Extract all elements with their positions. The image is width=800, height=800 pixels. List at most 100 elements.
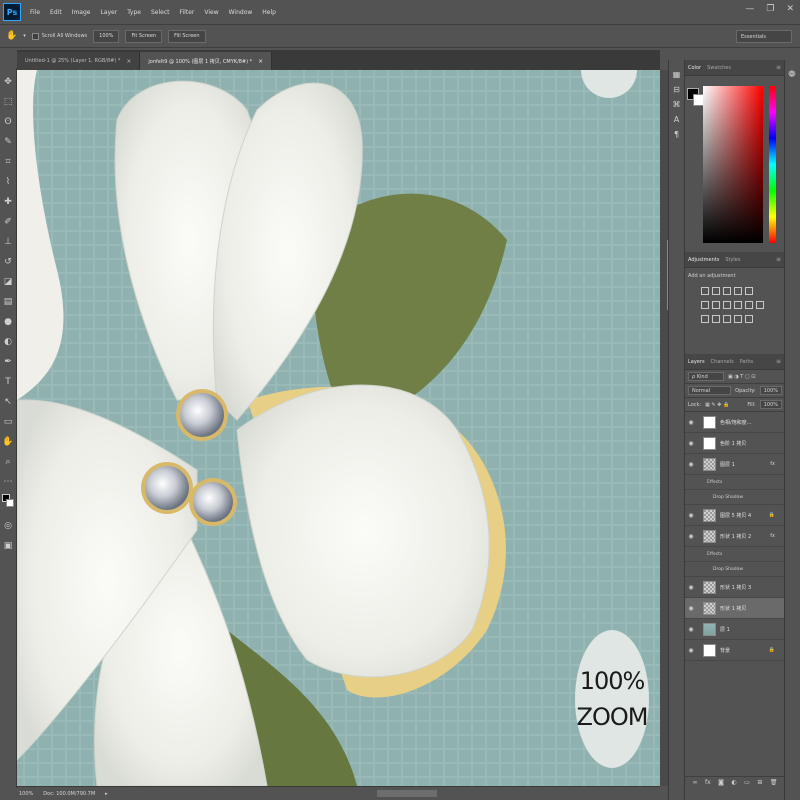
layer-row[interactable]: ◉ 形状 1 拷贝 3 [685, 577, 785, 598]
selective-color-icon[interactable] [745, 315, 753, 323]
fx-badge-icon[interactable]: fx [770, 533, 775, 539]
close-tab-icon[interactable]: × [258, 58, 263, 65]
layer-row[interactable]: ◉ 色阶 1 拷贝 [685, 433, 785, 454]
close-button[interactable]: ✕ [786, 4, 794, 14]
layer-row[interactable]: ◉ 图层 5 拷贝 4 🔒 [685, 505, 785, 526]
menu-view[interactable]: View [199, 9, 223, 16]
vibrance-icon[interactable] [745, 287, 753, 295]
visibility-eye-icon[interactable]: ◉ [685, 461, 697, 468]
filter-icons[interactable]: ▣ ◑ T ▢ ⊡ [728, 374, 755, 380]
curves-icon[interactable] [723, 287, 731, 295]
layer-effect-drop-shadow[interactable]: Drop Shadow [685, 562, 785, 577]
screen-mode-icon[interactable]: ▣ [1, 536, 15, 556]
quick-mask-icon[interactable]: ◎ [1, 516, 15, 536]
menu-help[interactable]: Help [257, 9, 281, 16]
visibility-eye-icon[interactable]: ◉ [685, 626, 697, 633]
invert-icon[interactable] [701, 315, 709, 323]
menu-select[interactable]: Select [146, 9, 175, 16]
tab-paths[interactable]: Paths [740, 359, 754, 365]
fx-badge-icon[interactable]: fx [770, 461, 775, 467]
status-arrow-icon[interactable]: ▸ [105, 791, 108, 797]
new-layer-icon[interactable]: ⊞ [757, 779, 762, 786]
visibility-eye-icon[interactable]: ◉ [685, 533, 697, 540]
threshold-icon[interactable] [723, 315, 731, 323]
layer-row[interactable]: ◉ 背景 🔒 [685, 640, 785, 661]
layer-effects-row[interactable]: Effects [685, 547, 785, 562]
fit-screen-button[interactable]: Fit Screen [125, 29, 163, 43]
fx-icon[interactable]: fx [705, 779, 711, 786]
folder-icon[interactable]: ▭ [744, 779, 750, 786]
pen-tool-icon[interactable]: ✒ [1, 352, 15, 372]
menu-layer[interactable]: Layer [95, 9, 122, 16]
layer-row[interactable]: ◉ 形状 1 拷贝 2 fx [685, 526, 785, 547]
color-picker-field[interactable] [703, 86, 763, 243]
menu-image[interactable]: Image [67, 9, 96, 16]
panel-menu-icon[interactable]: ≡ [776, 358, 781, 365]
document-canvas[interactable]: 100% ZOOM [17, 70, 660, 786]
libraries-icon[interactable]: ❁ [788, 70, 796, 80]
visibility-eye-icon[interactable]: ◉ [685, 647, 697, 654]
status-doc-size[interactable]: Doc: 100.0M/790.7M [43, 791, 95, 797]
hue-saturation-icon[interactable] [701, 301, 709, 309]
eyedropper-tool-icon[interactable]: ⌇ [1, 172, 15, 192]
path-select-tool-icon[interactable]: ↖ [1, 392, 15, 412]
marquee-tool-icon[interactable]: ⬚ [1, 92, 15, 112]
layer-effects-row[interactable]: Effects [685, 475, 785, 490]
tab-styles[interactable]: Styles [725, 257, 740, 263]
panel-menu-icon[interactable]: ≡ [776, 64, 781, 71]
dodge-tool-icon[interactable]: ◐ [1, 332, 15, 352]
status-zoom[interactable]: 100% [19, 791, 33, 797]
visibility-eye-icon[interactable]: ◉ [685, 605, 697, 612]
brush-tool-icon[interactable]: ✐ [1, 212, 15, 232]
vertical-scrollbar[interactable] [660, 70, 673, 786]
shape-tool-icon[interactable]: ▭ [1, 412, 15, 432]
menu-window[interactable]: Window [224, 9, 258, 16]
scroll-all-windows-checkbox[interactable]: Scroll All Windows [31, 32, 87, 40]
tab-color[interactable]: Color [688, 65, 701, 71]
lock-icons[interactable]: ▦ ✎ ✥ 🔒 [705, 402, 729, 408]
menu-filter[interactable]: Filter [175, 9, 200, 16]
clone-stamp-tool-icon[interactable]: ⊥ [1, 232, 15, 252]
minimize-button[interactable]: — [745, 4, 754, 14]
layer-row[interactable]: ◉ 形状 1 拷贝 [685, 598, 785, 619]
tool-preset-arrow-icon[interactable]: ▾ [23, 33, 26, 39]
visibility-eye-icon[interactable]: ◉ [685, 584, 697, 591]
channel-mixer-icon[interactable] [745, 301, 753, 309]
menu-file[interactable]: File [25, 9, 45, 16]
properties-icon[interactable]: ⊟ [673, 85, 680, 94]
tab-jonfelt9[interactable]: jonfelt9 @ 100% (图层 1 拷贝, CMYK/8#) * × [140, 52, 273, 70]
black-white-icon[interactable] [723, 301, 731, 309]
gradient-tool-icon[interactable]: ▤ [1, 292, 15, 312]
maximize-button[interactable]: ❐ [766, 4, 774, 14]
layer-row[interactable]: ◉ 色相/饱和度... [685, 412, 785, 433]
fill-screen-button[interactable]: Fill Screen [168, 29, 206, 43]
healing-brush-tool-icon[interactable]: ✚ [1, 192, 15, 212]
brush-settings-icon[interactable]: ⌘ [673, 100, 681, 109]
tab-swatches[interactable]: Swatches [707, 65, 731, 71]
panel-menu-icon[interactable]: ≡ [776, 256, 781, 263]
blend-mode-select[interactable]: Normal [688, 386, 732, 395]
close-tab-icon[interactable]: × [126, 58, 131, 65]
paragraph-icon[interactable]: ¶ [674, 130, 679, 139]
layer-row[interactable]: ◉ 图层 1 fx [685, 454, 785, 475]
character-icon[interactable]: A [674, 115, 679, 124]
tab-untitled-1[interactable]: Untitled-1 @ 25% (Layer 1, RGB/8#) * × [17, 52, 141, 70]
posterize-icon[interactable] [712, 315, 720, 323]
fill-input[interactable]: 100% [759, 400, 782, 409]
tab-adjustments[interactable]: Adjustments [688, 257, 719, 263]
visibility-eye-icon[interactable]: ◉ [685, 440, 697, 447]
photo-filter-icon[interactable] [734, 301, 742, 309]
color-balance-icon[interactable] [712, 301, 720, 309]
type-tool-icon[interactable]: T [1, 372, 15, 392]
menu-type[interactable]: Type [122, 9, 146, 16]
trash-icon[interactable]: 🗑 [770, 779, 778, 786]
color-swatches-icon[interactable] [1, 492, 15, 516]
adjustment-icon[interactable]: ◐ [731, 779, 736, 786]
horizontal-scroll-thumb[interactable] [377, 790, 437, 797]
levels-icon[interactable] [712, 287, 720, 295]
workspace-select[interactable]: Essentials [736, 30, 792, 43]
zoom-tool-icon[interactable]: ⌕ [1, 452, 15, 472]
history-icon[interactable]: ▦ [673, 70, 681, 79]
history-brush-tool-icon[interactable]: ↺ [1, 252, 15, 272]
crop-tool-icon[interactable]: ⌗ [1, 152, 15, 172]
